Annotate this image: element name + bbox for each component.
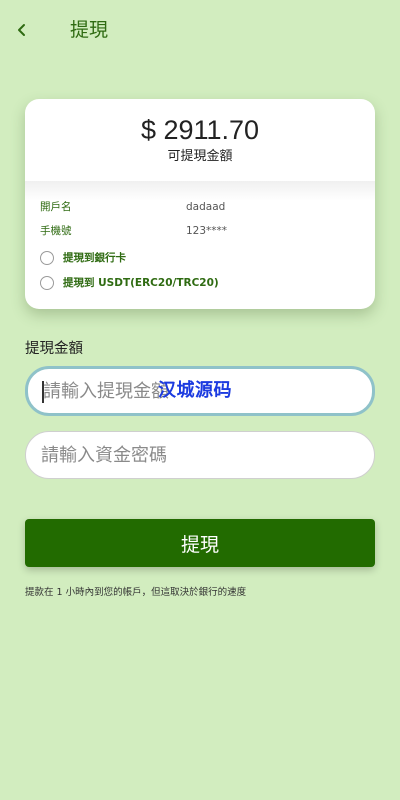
radio-bank-card[interactable] [40,251,54,265]
option-usdt-label: 提現到 USDT(ERC20/TRC20) [63,277,219,289]
chevron-left-icon [18,24,25,36]
back-button[interactable] [10,18,34,42]
phone-label: 手機號 [40,225,72,237]
text-caret [42,381,44,403]
account-card: $ 2911.70 可提現金額 開戶名 dadaad 手機號 123**** 提… [25,99,375,309]
amount-input-wrapper[interactable]: 汉城源码 [25,366,375,416]
password-input-wrapper[interactable] [25,431,375,479]
balance-area: $ 2911.70 可提現金額 [25,99,375,181]
radio-usdt[interactable] [40,276,54,290]
header: 提現 [0,0,400,62]
watermark: 汉城源码 [158,380,232,401]
balance-label: 可提現金額 [167,149,233,164]
card-divider [25,181,375,201]
fund-password-input[interactable] [41,432,341,478]
withdraw-note: 提款在 1 小時內到您的帳戶，但這取決於銀行的速度 [25,587,247,598]
account-name-label: 開戶名 [40,201,72,213]
balance-amount: $ 2911.70 [140,115,260,145]
option-bank-card[interactable]: 提現到銀行卡 [40,249,360,267]
account-name-row: 開戶名 dadaad [40,199,360,215]
amount-section-label: 提現金額 [25,341,83,357]
page-title: 提現 [70,19,109,41]
account-name-value: dadaad [186,201,226,213]
option-bank-card-label: 提現到銀行卡 [63,252,126,264]
option-usdt[interactable]: 提現到 USDT(ERC20/TRC20) [40,274,360,292]
submit-withdraw-button[interactable]: 提現 [25,519,375,567]
phone-value: 123**** [186,225,228,237]
phone-row: 手機號 123**** [40,223,360,239]
